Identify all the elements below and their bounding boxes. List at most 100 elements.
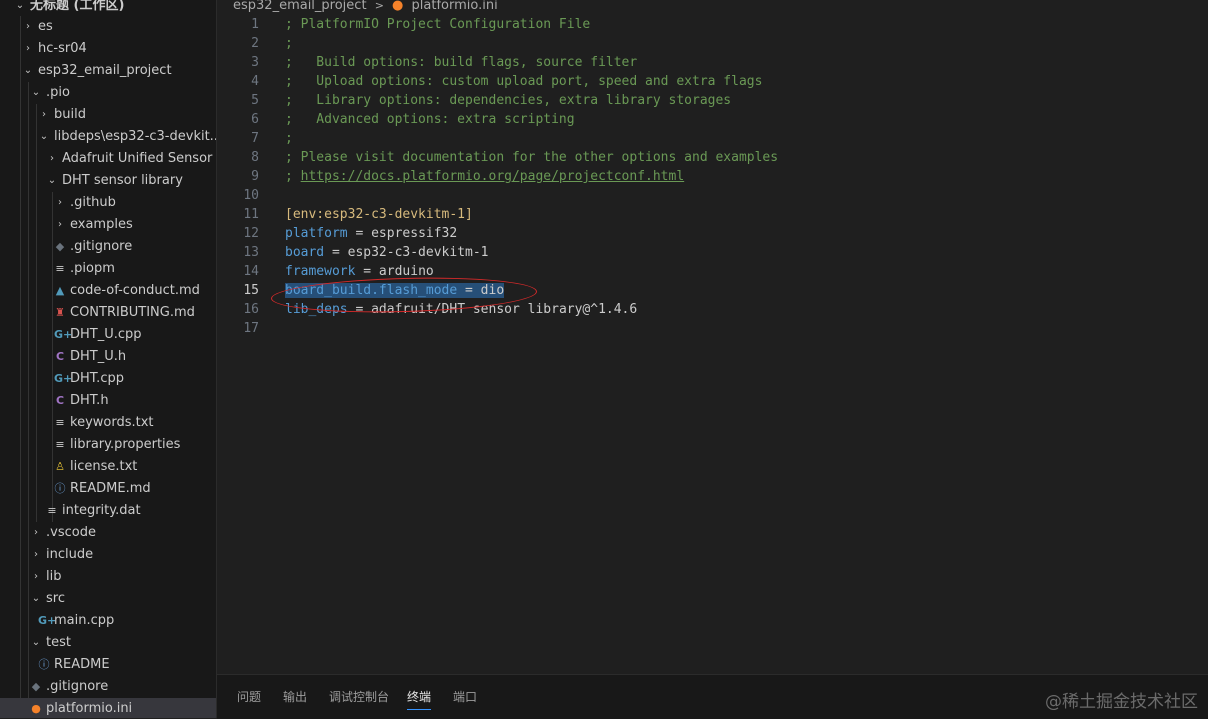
- tree-file[interactable]: ♜ CONTRIBUTING.md: [0, 302, 216, 324]
- tree-item-label: esp32_email_project: [38, 63, 172, 78]
- tree-file[interactable]: C DHT.h: [0, 390, 216, 412]
- code-line[interactable]: 4 ; Upload options: custom upload port, s…: [217, 72, 1208, 91]
- code-line[interactable]: 3 ; Build options: build flags, source fi…: [217, 53, 1208, 72]
- tree-folder[interactable]: ⌄ DHT sensor library: [0, 170, 216, 192]
- tree-folder[interactable]: ⌄ esp32_email_project: [0, 60, 216, 82]
- line-code: ;: [285, 36, 293, 51]
- breadcrumb-file[interactable]: platformio.ini: [412, 0, 498, 13]
- breadcrumb-folder[interactable]: esp32_email_project: [233, 0, 367, 13]
- code-line[interactable]: 6 ; Advanced options: extra scripting: [217, 110, 1208, 129]
- file-type-icon: ▲: [55, 284, 65, 297]
- tree-item-label: DHT.cpp: [70, 371, 124, 386]
- tree-item-label: .piopm: [70, 261, 115, 276]
- tree-folder[interactable]: › lib: [0, 566, 216, 588]
- tree-file[interactable]: G+ main.cpp: [0, 610, 216, 632]
- line-code: platform = espressif32: [285, 226, 458, 241]
- code-line[interactable]: 17: [217, 319, 1208, 338]
- tree-file[interactable]: ≡ keywords.txt: [0, 412, 216, 434]
- tree-folder[interactable]: ⌄ src: [0, 588, 216, 610]
- tree-item-label: Adafruit Unified Sensor: [62, 151, 213, 166]
- tree-file[interactable]: C DHT_U.h: [0, 346, 216, 368]
- tree-file[interactable]: ⓘ README: [0, 654, 216, 676]
- file-type-icon: G+: [54, 328, 73, 341]
- tree-folder[interactable]: › .vscode: [0, 522, 216, 544]
- line-code: board = esp32-c3-devkitm-1: [285, 245, 489, 260]
- line-number: 6: [251, 112, 259, 127]
- chevron-right-icon: ›: [58, 197, 62, 208]
- code-line[interactable]: 10: [217, 186, 1208, 205]
- bottom-panel: 问题 输出 调试控制台 终端 端口 @稀土掘金技术社区: [217, 674, 1208, 719]
- code-line[interactable]: 1 ; PlatformIO Project Configuration File: [217, 15, 1208, 34]
- line-code: [env:esp32-c3-devkitm-1]: [285, 207, 473, 222]
- tree-item-label: DHT_U.cpp: [70, 327, 142, 342]
- tree-item-label: main.cpp: [54, 613, 115, 628]
- tree-file[interactable]: ⓘ README.md: [0, 478, 216, 500]
- tree-folder[interactable]: ⌄ .pio: [0, 82, 216, 104]
- code-line[interactable]: 7;: [217, 129, 1208, 148]
- tree-item-label: test: [46, 635, 71, 650]
- tab-output[interactable]: 输出: [283, 687, 307, 709]
- tree-folder[interactable]: › Adafruit Unified Sensor: [0, 148, 216, 170]
- tree-item-label: es: [38, 19, 53, 34]
- tree-file[interactable]: G+ DHT.cpp: [0, 368, 216, 390]
- tree-file[interactable]: ● platformio.ini: [0, 698, 216, 718]
- line-number: 10: [243, 188, 259, 203]
- file-type-icon: ⓘ: [54, 482, 66, 495]
- line-number: 5: [251, 93, 259, 108]
- line-number: 3: [251, 55, 259, 70]
- tree-folder[interactable]: ⌄ test: [0, 632, 216, 654]
- code-line[interactable]: 11 [env:esp32-c3-devkitm-1]: [217, 205, 1208, 224]
- tree-file[interactable]: ▲ code-of-conduct.md: [0, 280, 216, 302]
- line-number: 14: [243, 264, 259, 279]
- tree-folder[interactable]: › es: [0, 16, 216, 38]
- file-type-icon: ≡: [55, 438, 65, 451]
- tab-problems[interactable]: 问题: [237, 687, 261, 709]
- tree-file[interactable]: ≡ integrity.dat: [0, 500, 216, 522]
- tree-file[interactable]: ≡ .piopm: [0, 258, 216, 280]
- tree-folder[interactable]: › .github: [0, 192, 216, 214]
- code-line[interactable]: 5 ; Library options: dependencies, extra …: [217, 91, 1208, 110]
- code-editor[interactable]: 1 ; PlatformIO Project Configuration File…: [217, 14, 1208, 674]
- tree-folder[interactable]: › include: [0, 544, 216, 566]
- tree-file[interactable]: ≡ library.properties: [0, 434, 216, 456]
- tree-item-label: DHT sensor library: [62, 173, 183, 188]
- line-number: 13: [243, 245, 259, 260]
- file-type-icon: ◆: [55, 240, 65, 253]
- tree-item-label: keywords.txt: [70, 415, 154, 430]
- tree-item-label: library.properties: [70, 437, 181, 452]
- tab-terminal[interactable]: 终端: [407, 687, 432, 710]
- chevron-right-icon: ›: [50, 153, 54, 164]
- line-number: 17: [243, 321, 259, 336]
- breadcrumb-separator: >: [374, 0, 384, 12]
- line-number: 2: [251, 36, 259, 51]
- code-line[interactable]: 2;: [217, 34, 1208, 53]
- tree-item-label: platformio.ini: [46, 701, 133, 716]
- code-line[interactable]: 13 board = esp32-c3-devkitm-1: [217, 243, 1208, 262]
- tree-file[interactable]: ◆ .gitignore: [0, 236, 216, 258]
- workspace-header[interactable]: ⌄ 无标题 (工作区): [0, 0, 216, 17]
- file-type-icon: ≡: [47, 504, 57, 517]
- code-line[interactable]: 14 framework = arduino: [217, 262, 1208, 281]
- tree-item-label: libdeps\esp32-c3-devkit...: [54, 129, 216, 144]
- chevron-right-icon: ›: [34, 527, 38, 538]
- code-line[interactable]: 12 platform = espressif32: [217, 224, 1208, 243]
- file-type-icon: ●: [31, 702, 41, 715]
- chevron-right-icon: ›: [34, 549, 38, 560]
- tree-item-label: license.txt: [70, 459, 138, 474]
- tree-file[interactable]: ♙ license.txt: [0, 456, 216, 478]
- chevron-right-icon: ›: [34, 571, 38, 582]
- tree-file[interactable]: ◆ .gitignore: [0, 676, 216, 698]
- code-line[interactable]: 8 ; Please visit documentation for the ot…: [217, 148, 1208, 167]
- tab-ports[interactable]: 端口: [453, 687, 477, 709]
- tree-folder[interactable]: › build: [0, 104, 216, 126]
- tree-folder[interactable]: › hc-sr04: [0, 38, 216, 60]
- tree-folder[interactable]: › examples: [0, 214, 216, 236]
- tree-file[interactable]: G+ DHT_U.cpp: [0, 324, 216, 346]
- code-line[interactable]: 9 ; https://docs.platformio.org/page/proj…: [217, 167, 1208, 186]
- tree-folder[interactable]: ⌄ libdeps\esp32-c3-devkit...: [0, 126, 216, 148]
- chevron-right-icon: ›: [26, 43, 30, 54]
- tree-item-label: examples: [70, 217, 133, 232]
- tab-debug-console[interactable]: 调试控制台: [329, 687, 389, 709]
- line-number: 1: [251, 17, 259, 32]
- tree-item-label: build: [54, 107, 86, 122]
